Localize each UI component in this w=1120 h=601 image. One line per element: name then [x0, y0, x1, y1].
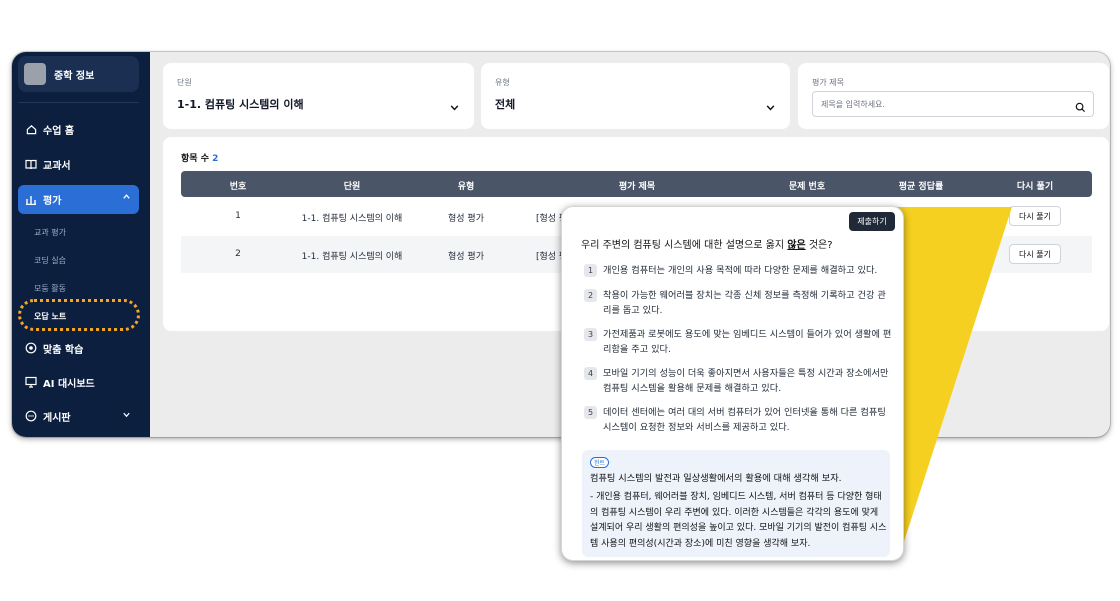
option-number: 2: [584, 289, 597, 302]
answer-option[interactable]: 2 착용이 가능한 웨어러블 장치는 각종 신체 정보를 측정해 기록하고 건강…: [584, 288, 892, 318]
hint-body: - 개인용 컴퓨터, 웨어러블 장치, 임베디드 시스템, 서버 컴퓨터 등 다…: [590, 492, 887, 549]
option-number: 1: [584, 264, 597, 277]
answer-option[interactable]: 1 개인용 컴퓨터는 개인의 사용 목적에 따라 다양한 문제를 해결하고 있다…: [584, 263, 892, 278]
option-text: 가전제품과 로봇에도 용도에 맞는 임베디드 시스템이 들어가 있어 생활에 편…: [603, 329, 892, 355]
option-text: 착용이 가능한 웨어러블 장치는 각종 신체 정보를 측정해 기록하고 건강 관…: [603, 290, 886, 316]
question-text: 우리 주변의 컴퓨팅 시스템에 대한 설명으로 옳지 않은 것은?: [581, 240, 833, 251]
answer-option[interactable]: 4 모바일 기기의 성능이 더욱 좋아지면서 사용자들은 특정 시간과 장소에서…: [584, 366, 892, 396]
hint-title: 컴퓨팅 시스템의 발전과 일상생활에서의 활용에 대해 생각해 보자.: [590, 473, 842, 484]
option-text: 모바일 기기의 성능이 더욱 좋아지면서 사용자들은 특정 시간과 장소에서만 …: [603, 368, 889, 394]
submit-button[interactable]: 제출하기: [849, 212, 895, 231]
option-text: 데이터 센터에는 여러 대의 서버 컴퓨터가 있어 인터넷을 통해 다른 컴퓨팅…: [603, 407, 886, 433]
answer-option[interactable]: 5 데이터 센터에는 여러 대의 서버 컴퓨터가 있어 인터넷을 통해 다른 컴…: [584, 405, 892, 435]
option-number: 4: [584, 367, 597, 380]
option-number: 3: [584, 328, 597, 341]
option-text: 개인용 컴퓨터는 개인의 사용 목적에 따라 다양한 문제를 해결하고 있다.: [603, 265, 878, 276]
option-number: 5: [584, 406, 597, 419]
hint-box: 힌트 컴퓨팅 시스템의 발전과 일상생활에서의 활용에 대해 생각해 보자. -…: [582, 450, 890, 557]
callout-beam: [895, 207, 1012, 560]
question-popup: 제출하기 우리 주변의 컴퓨팅 시스템에 대한 설명으로 옳지 않은 것은? 1…: [561, 206, 904, 561]
hint-tag: 힌트: [590, 457, 610, 468]
answer-option[interactable]: 3 가전제품과 로봇에도 용도에 맞는 임베디드 시스템이 들어가 있어 생활에…: [584, 327, 892, 357]
question-emphasis: 않은: [787, 240, 806, 251]
